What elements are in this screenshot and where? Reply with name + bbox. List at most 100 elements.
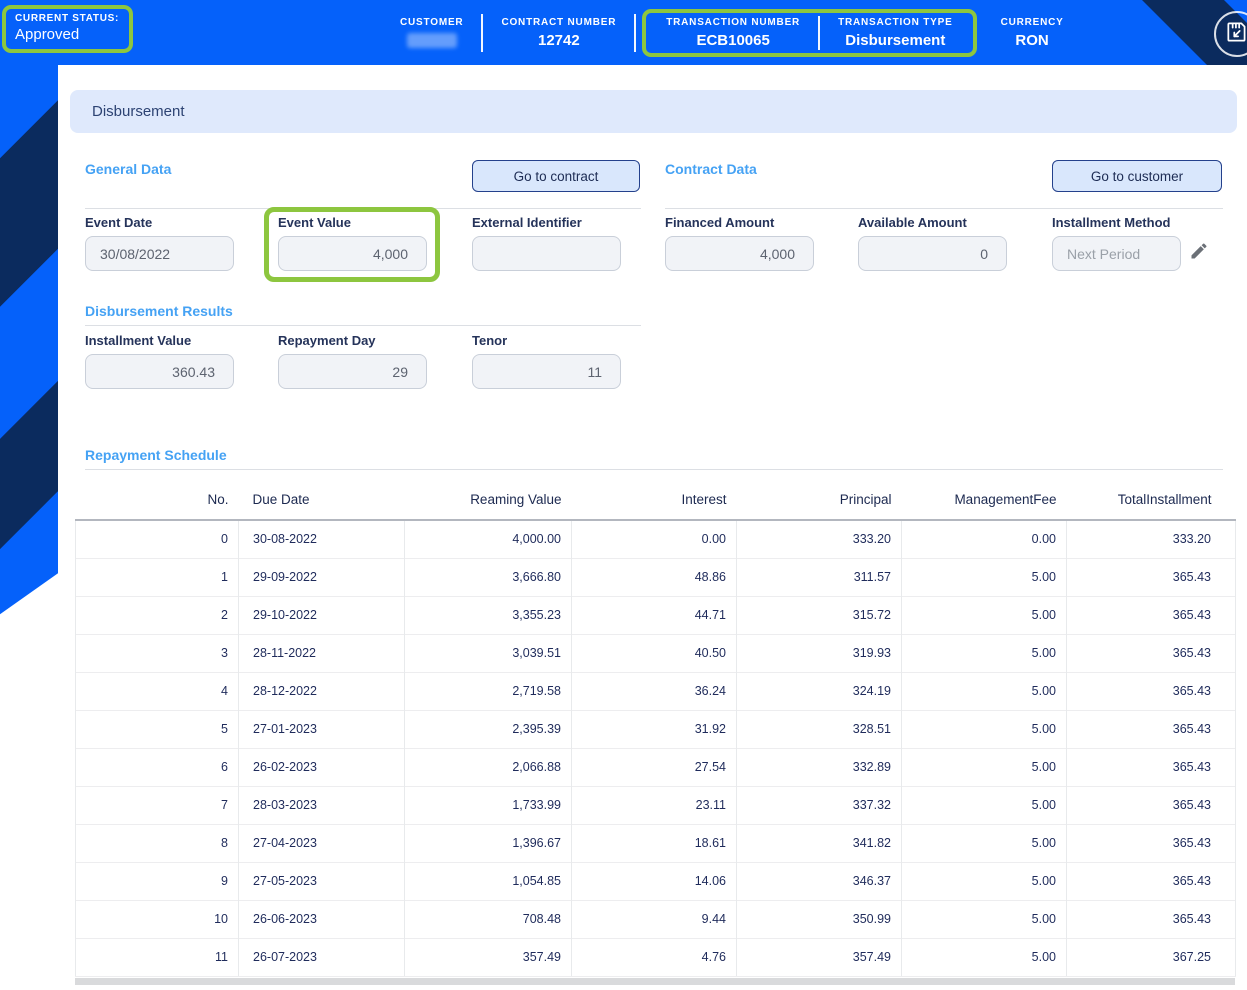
save-icon (1224, 19, 1247, 50)
cell-management-fee: 0.00 (901, 520, 1067, 558)
cell-due-date: 28-11-2022 (238, 633, 405, 672)
cell-no: 9 (75, 861, 239, 900)
installment-method-label: Installment Method (1052, 215, 1171, 230)
installment-value-input[interactable] (85, 354, 234, 389)
table-row[interactable]: 8 27-04-2023 1,396.67 18.61 341.82 5.00 365.43 (75, 823, 1236, 862)
contract-number-label: CONTRACT NUMBER (501, 16, 617, 28)
pencil-icon (1189, 243, 1209, 265)
tenor-input[interactable] (472, 354, 621, 389)
cell-total-installment: 365.43 (1066, 557, 1236, 596)
cell-interest: 48.86 (571, 557, 737, 596)
table-row[interactable]: 2 29-10-2022 3,355.23 44.71 315.72 5.00 365.43 (75, 595, 1236, 634)
cell-interest: 4.76 (571, 937, 737, 977)
current-status-box: CURRENT STATUS: Approved (2, 5, 134, 53)
transaction-type-label: TRANSACTION TYPE (838, 16, 953, 28)
cell-due-date: 27-05-2023 (238, 861, 405, 900)
cell-due-date: 29-10-2022 (238, 595, 405, 634)
currency-value: RON (1015, 31, 1049, 49)
cell-interest: 27.54 (571, 747, 737, 786)
table-row[interactable]: 4 28-12-2022 2,719.58 36.24 324.19 5.00 365.43 (75, 671, 1236, 710)
cell-no: 3 (75, 633, 239, 672)
field-event-value: Event Value (278, 215, 427, 271)
cell-due-date: 28-03-2023 (238, 785, 405, 824)
table-row[interactable]: 6 26-02-2023 2,066.88 27.54 332.89 5.00 365.43 (75, 747, 1236, 786)
cell-total-installment: 365.43 (1066, 747, 1236, 786)
table-header-row: No. Due Date Reaming Value Interest Prin… (75, 480, 1236, 521)
section-heading-general-data: General Data (85, 161, 172, 177)
cell-due-date: 26-06-2023 (238, 899, 405, 938)
header-divider (481, 13, 484, 52)
cell-remaining-value: 708.48 (404, 899, 572, 938)
cell-total-installment: 333.20 (1066, 520, 1236, 558)
cell-due-date: 28-12-2022 (238, 671, 405, 710)
cell-interest: 0.00 (571, 520, 737, 558)
cell-total-installment: 365.43 (1066, 861, 1236, 900)
table-row[interactable]: 5 27-01-2023 2,395.39 31.92 328.51 5.00 365.43 (75, 709, 1236, 748)
external-identifier-input[interactable] (472, 236, 621, 271)
left-blue-strip (0, 0, 58, 615)
cell-no: 4 (75, 671, 239, 710)
cell-no: 8 (75, 823, 239, 862)
cell-due-date: 27-04-2023 (238, 823, 405, 862)
col-header-remaining-value: Reaming Value (404, 480, 572, 521)
repayment-table: No. Due Date Reaming Value Interest Prin… (75, 480, 1236, 977)
customer-value-redacted (406, 33, 457, 48)
cell-due-date: 29-09-2022 (238, 557, 405, 596)
cell-remaining-value: 4,000.00 (404, 520, 572, 558)
go-to-contract-button[interactable]: Go to contract (472, 160, 640, 192)
cell-management-fee: 5.00 (901, 747, 1067, 786)
cell-principal: 337.32 (736, 785, 902, 824)
edit-installment-method-button[interactable] (1189, 241, 1209, 261)
cell-management-fee: 5.00 (901, 861, 1067, 900)
cell-no: 5 (75, 709, 239, 748)
section-divider (85, 469, 1223, 470)
table-row[interactable]: 10 26-06-2023 708.48 9.44 350.99 5.00 365.43 (75, 899, 1236, 938)
event-value-input[interactable] (278, 236, 427, 271)
cell-no: 10 (75, 899, 239, 938)
section-divider (85, 325, 641, 326)
field-event-date: Event Date (85, 215, 234, 271)
cell-principal: 357.49 (736, 937, 902, 977)
repayment-day-input[interactable] (278, 354, 427, 389)
panel-header-disbursement[interactable]: Disbursement (70, 90, 1237, 133)
cell-management-fee: 5.00 (901, 671, 1067, 710)
cell-no: 0 (75, 520, 239, 558)
header-field-currency: CURRENCY RON (983, 17, 1082, 49)
cell-due-date: 26-07-2023 (238, 937, 405, 977)
section-heading-repayment-schedule: Repayment Schedule (85, 447, 227, 463)
cell-due-date: 26-02-2023 (238, 747, 405, 786)
cell-remaining-value: 1,054.85 (404, 861, 572, 900)
repayment-day-label: Repayment Day (278, 333, 376, 348)
header-fields: CUSTOMER CONTRACT NUMBER 12742 TRANSACTI… (382, 0, 1082, 65)
event-date-input[interactable] (85, 236, 234, 271)
event-value-label: Event Value (278, 215, 351, 230)
table-row[interactable]: 11 26-07-2023 357.49 4.76 357.49 5.00 367.25 (75, 937, 1236, 977)
cell-remaining-value: 1,396.67 (404, 823, 572, 862)
available-amount-input[interactable] (858, 236, 1007, 271)
cell-management-fee: 5.00 (901, 785, 1067, 824)
table-row[interactable]: 3 28-11-2022 3,039.51 40.50 319.93 5.00 365.43 (75, 633, 1236, 672)
field-external-identifier: External Identifier (472, 215, 621, 271)
cell-principal: 341.82 (736, 823, 902, 862)
cell-total-installment: 365.43 (1066, 595, 1236, 634)
field-installment-value: Installment Value (85, 333, 234, 389)
financed-amount-input[interactable] (665, 236, 814, 271)
installment-method-input[interactable] (1052, 236, 1181, 271)
cell-principal: 324.19 (736, 671, 902, 710)
table-row[interactable]: 0 30-08-2022 4,000.00 0.00 333.20 0.00 333.20 (75, 520, 1236, 558)
horizontal-scrollbar[interactable] (75, 978, 1235, 985)
cell-total-installment: 365.43 (1066, 899, 1236, 938)
table-body: 0 30-08-2022 4,000.00 0.00 333.20 0.00 333.20 1… (75, 520, 1236, 977)
table-row[interactable]: 7 28-03-2023 1,733.99 23.11 337.32 5.00 365.43 (75, 785, 1236, 824)
cell-remaining-value: 3,039.51 (404, 633, 572, 672)
currency-label: CURRENCY (1000, 16, 1064, 28)
table-row[interactable]: 1 29-09-2022 3,666.80 48.86 311.57 5.00 365.43 (75, 557, 1236, 596)
cell-total-installment: 365.43 (1066, 709, 1236, 748)
diagonal-stripe (0, 337, 58, 591)
cell-no: 7 (75, 785, 239, 824)
go-to-customer-button[interactable]: Go to customer (1052, 160, 1222, 192)
table-row[interactable]: 9 27-05-2023 1,054.85 14.06 346.37 5.00 365.43 (75, 861, 1236, 900)
contract-number-value: 12742 (537, 31, 580, 49)
field-financed-amount: Financed Amount (665, 215, 814, 271)
cell-interest: 31.92 (571, 709, 737, 748)
